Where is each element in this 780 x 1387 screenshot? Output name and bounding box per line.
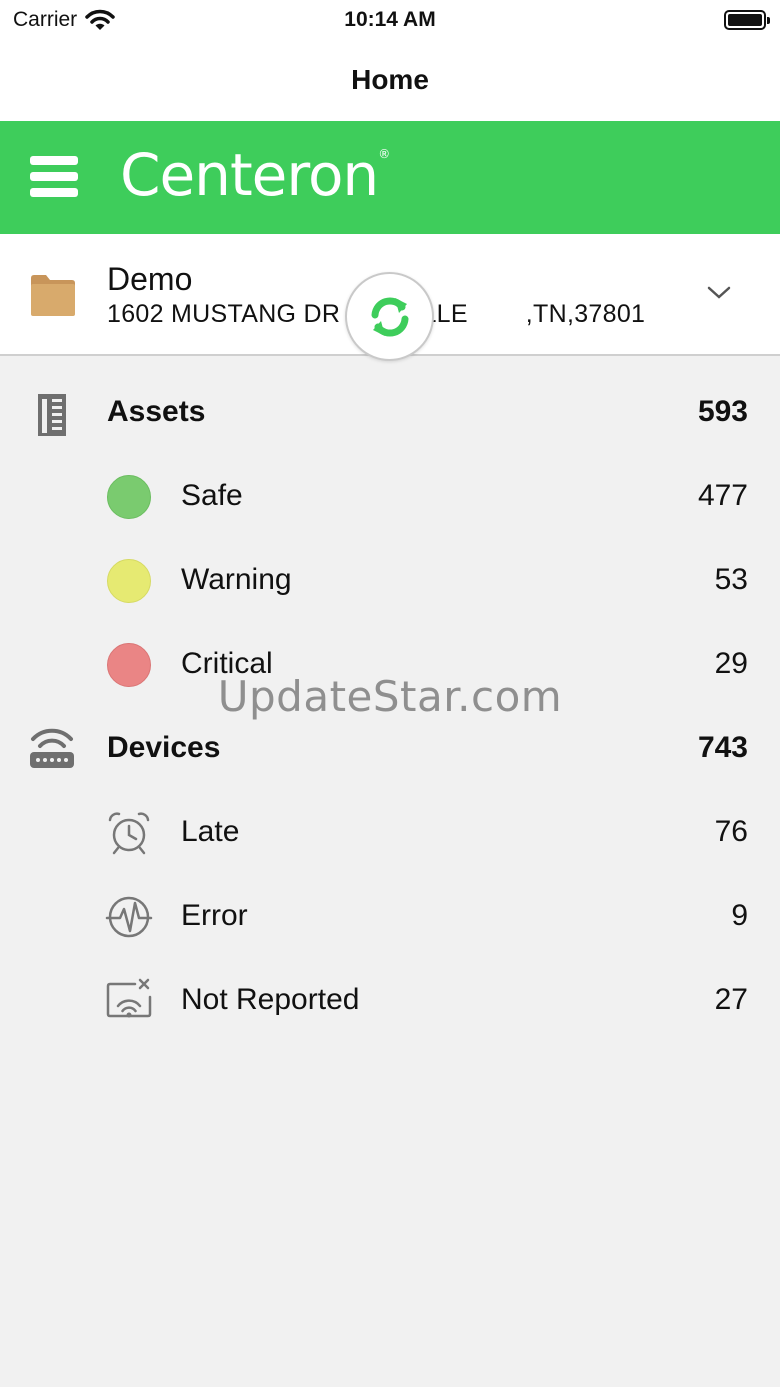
warning-label: Warning bbox=[181, 563, 292, 596]
chevron-down-icon[interactable] bbox=[706, 284, 732, 302]
device-item-error[interactable]: Error 9 bbox=[0, 877, 780, 957]
folder-icon bbox=[31, 275, 75, 316]
error-count: 9 bbox=[731, 899, 748, 932]
devices-section-header[interactable]: Devices 743 bbox=[0, 709, 780, 789]
devices-count: 743 bbox=[697, 731, 748, 764]
device-item-late[interactable]: Late 76 bbox=[0, 793, 780, 873]
hamburger-menu-icon[interactable] bbox=[30, 156, 78, 200]
brand-header: Centeron® bbox=[0, 121, 780, 234]
navigation-bar: Home bbox=[0, 40, 780, 121]
warning-count: 53 bbox=[714, 563, 748, 596]
asset-item-safe[interactable]: Safe 477 bbox=[0, 457, 780, 537]
not-reported-label: Not Reported bbox=[181, 983, 360, 1016]
refresh-button[interactable] bbox=[345, 272, 434, 361]
router-icon bbox=[30, 728, 74, 768]
centeron-logo: Centeron® bbox=[120, 141, 390, 209]
assets-section-header[interactable]: Assets 593 bbox=[0, 373, 780, 453]
device-item-not-reported[interactable]: Not Reported 27 bbox=[0, 961, 780, 1041]
status-bar: Carrier 10:14 AM bbox=[0, 0, 780, 40]
late-count: 76 bbox=[714, 815, 748, 848]
battery-icon bbox=[724, 10, 770, 30]
pulse-icon bbox=[105, 896, 153, 938]
safe-count: 477 bbox=[697, 479, 748, 512]
alarm-clock-icon bbox=[108, 812, 150, 855]
error-label: Error bbox=[181, 899, 248, 932]
page-title: Home bbox=[351, 64, 429, 95]
assets-label: Assets bbox=[107, 395, 206, 428]
warning-status-dot bbox=[107, 559, 151, 603]
not-reported-count: 27 bbox=[714, 983, 748, 1016]
safe-label: Safe bbox=[181, 479, 243, 512]
assets-count: 593 bbox=[697, 395, 748, 428]
no-signal-icon bbox=[106, 978, 152, 1018]
watermark: UpdateStar.com bbox=[217, 672, 563, 721]
devices-label: Devices bbox=[107, 731, 221, 764]
sync-icon bbox=[371, 297, 408, 336]
building-icon bbox=[38, 394, 66, 436]
asset-item-warning[interactable]: Warning 53 bbox=[0, 541, 780, 621]
site-name: Demo bbox=[107, 261, 193, 297]
safe-status-dot bbox=[107, 475, 151, 519]
late-label: Late bbox=[181, 815, 240, 848]
status-time: 10:14 AM bbox=[344, 8, 436, 31]
